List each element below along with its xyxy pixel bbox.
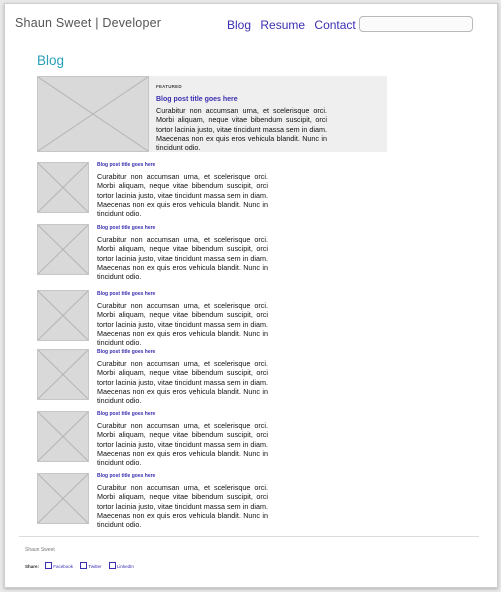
- featured-post-excerpt: Curabitur non accumsan urna, et sceleris…: [156, 106, 327, 153]
- footer-name: Shaun Sweet: [25, 547, 55, 553]
- post-title[interactable]: Blog post title goes here: [97, 411, 155, 417]
- nav-link-blog[interactable]: Blog: [227, 18, 251, 32]
- nav-link-contact[interactable]: Contact: [314, 18, 355, 32]
- facebook-icon: [45, 562, 53, 569]
- page-title: Blog: [37, 53, 65, 68]
- main-nav: Blog Resume Contact: [227, 18, 362, 32]
- linkedin-icon: [108, 562, 116, 569]
- featured-label: FEATURED: [156, 84, 182, 89]
- post-image-placeholder[interactable]: [37, 349, 89, 400]
- footer-divider: [19, 536, 479, 537]
- post-title[interactable]: Blog post title goes here: [97, 291, 155, 297]
- featured-post-title[interactable]: Blog post title goes here: [156, 96, 238, 103]
- twitter-icon: [80, 562, 88, 569]
- post-image-placeholder[interactable]: [37, 473, 89, 524]
- post-excerpt: Curabitur non accumsan urna, et sceleris…: [97, 421, 268, 468]
- post-image-placeholder[interactable]: [37, 290, 89, 341]
- post-excerpt: Curabitur non accumsan urna, et sceleris…: [97, 301, 268, 348]
- post-title[interactable]: Blog post title goes here: [97, 473, 155, 479]
- featured-image-placeholder[interactable]: [37, 76, 149, 152]
- share-bar: Share: Facebook Twitter LinkedIn: [25, 562, 140, 569]
- share-linkedin[interactable]: LinkedIn: [108, 562, 134, 569]
- page: Shaun Sweet | Developer Blog Resume Cont…: [4, 3, 498, 588]
- post-image-placeholder[interactable]: [37, 162, 89, 213]
- post-excerpt: Curabitur non accumsan urna, et sceleris…: [97, 359, 268, 406]
- post-title[interactable]: Blog post title goes here: [97, 225, 155, 231]
- nav-link-resume[interactable]: Resume: [260, 18, 305, 32]
- share-twitter-label: Twitter: [88, 564, 102, 569]
- share-facebook[interactable]: Facebook: [45, 562, 74, 569]
- site-logo[interactable]: Shaun Sweet | Developer: [15, 16, 161, 30]
- search-input[interactable]: [359, 16, 473, 32]
- post-title[interactable]: Blog post title goes here: [97, 349, 155, 355]
- share-linkedin-label: LinkedIn: [116, 564, 134, 569]
- share-label: Share:: [25, 564, 40, 569]
- post-image-placeholder[interactable]: [37, 224, 89, 275]
- share-facebook-label: Facebook: [53, 564, 74, 569]
- share-twitter[interactable]: Twitter: [80, 562, 102, 569]
- post-title[interactable]: Blog post title goes here: [97, 162, 155, 168]
- post-image-placeholder[interactable]: [37, 411, 89, 462]
- post-excerpt: Curabitur non accumsan urna, et sceleris…: [97, 483, 268, 530]
- post-excerpt: Curabitur non accumsan urna, et sceleris…: [97, 235, 268, 282]
- post-excerpt: Curabitur non accumsan urna, et sceleris…: [97, 172, 268, 219]
